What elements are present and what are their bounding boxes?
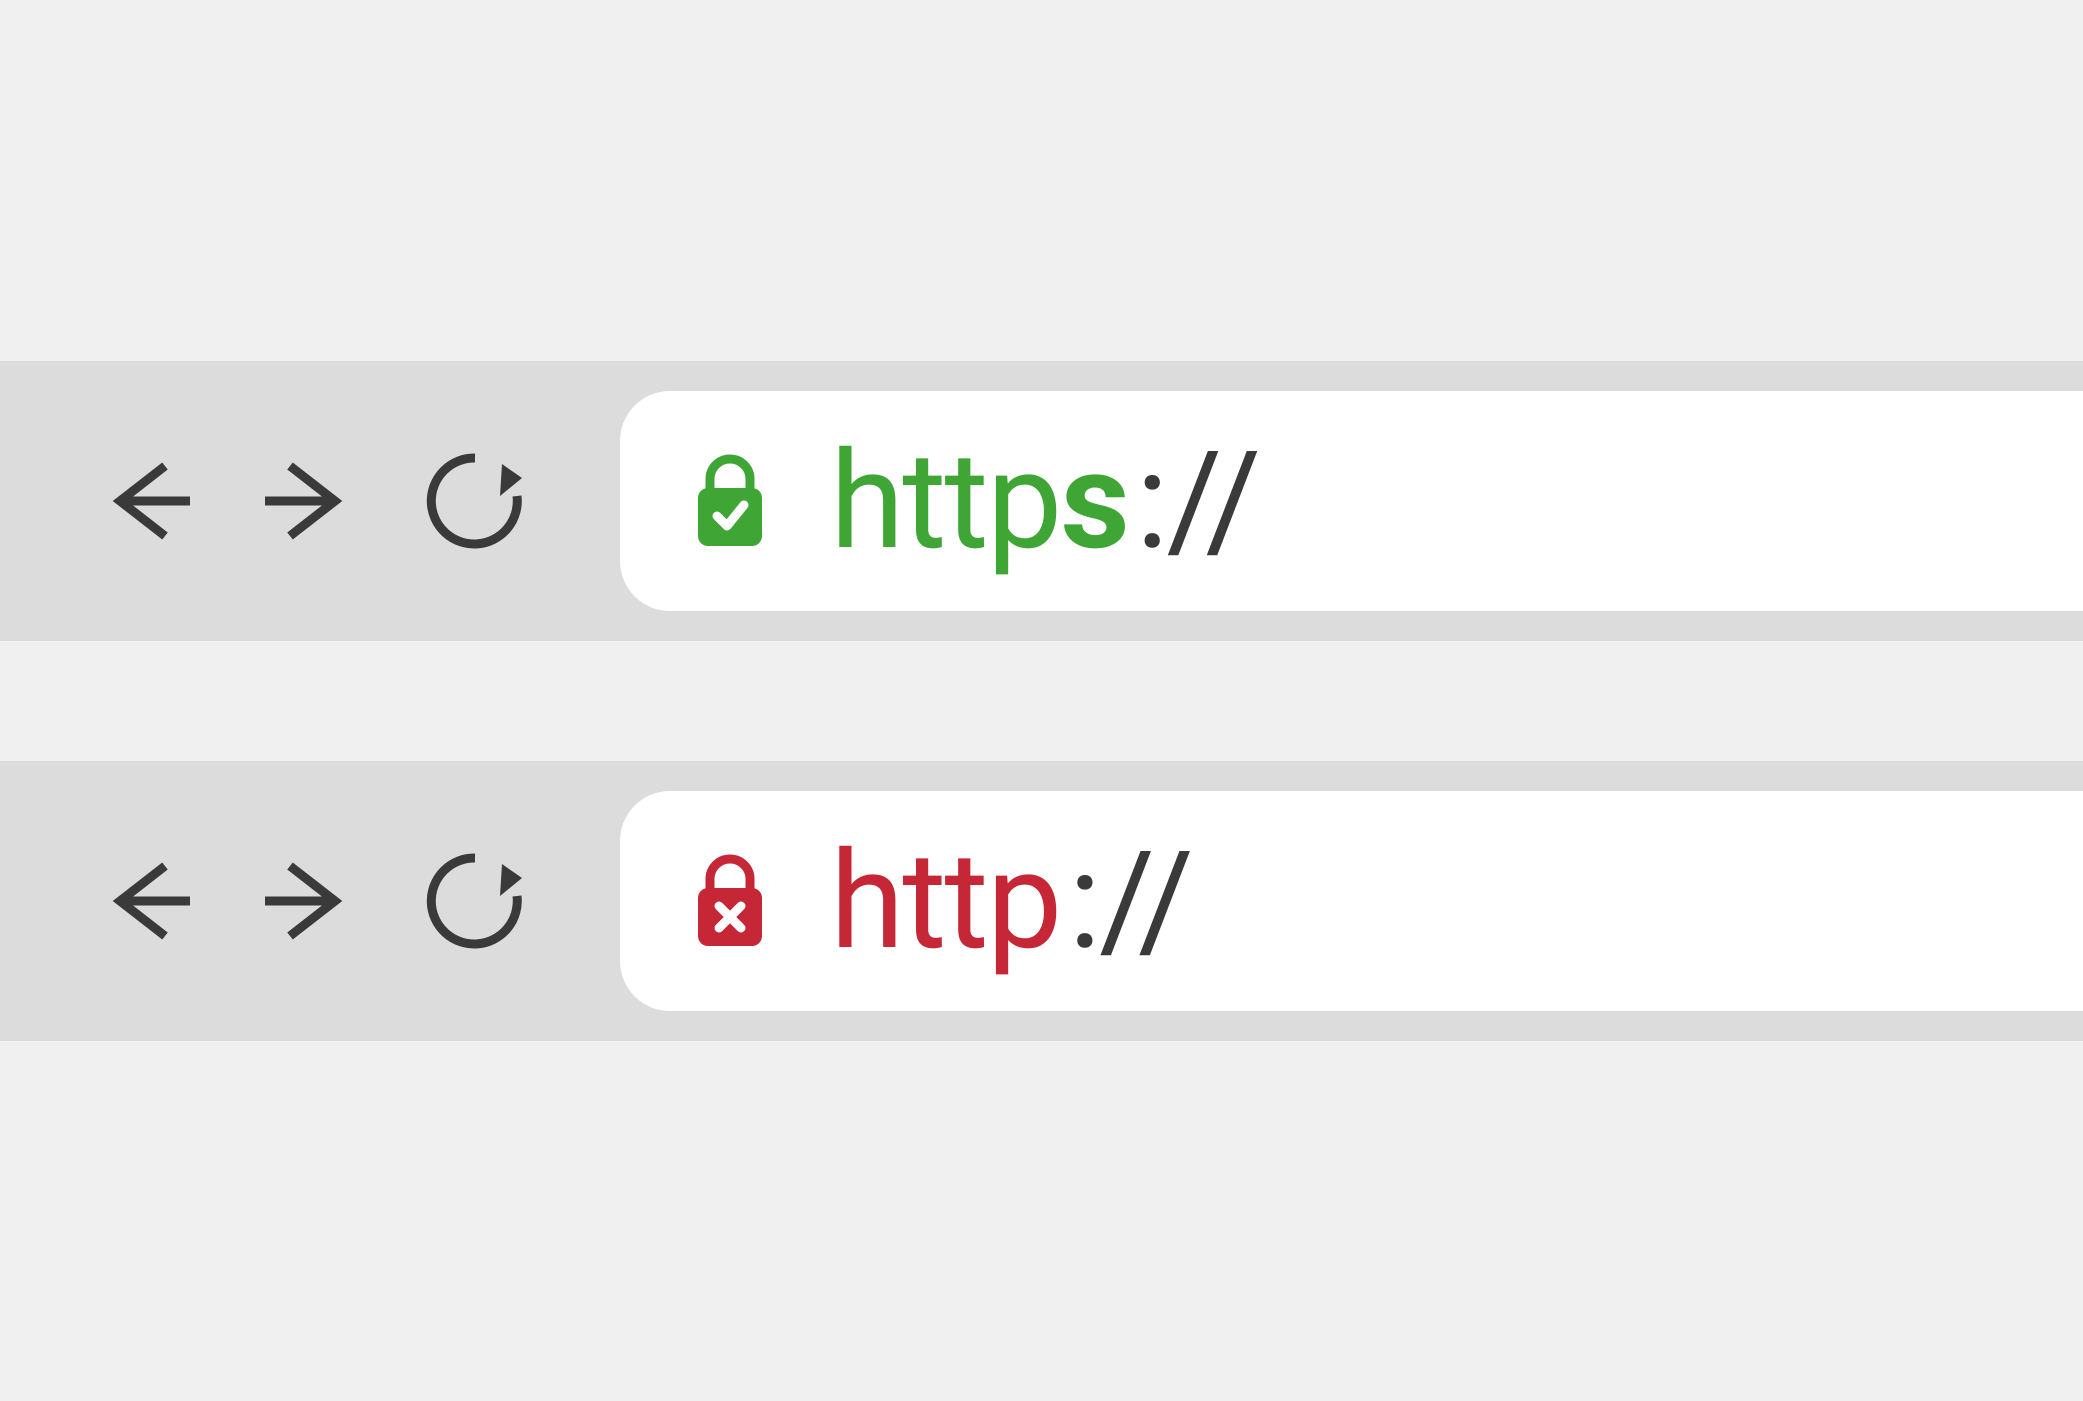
address-bar[interactable]: https:// — [620, 391, 2083, 611]
back-button[interactable] — [90, 846, 200, 956]
forward-button[interactable] — [255, 846, 365, 956]
reload-icon — [420, 846, 530, 956]
browser-toolbar-secure: https:// — [0, 361, 2083, 641]
back-arrow-icon — [90, 446, 200, 556]
nav-controls — [90, 446, 530, 556]
url-separator: :// — [1069, 822, 1192, 980]
protocol-text: http — [830, 822, 1061, 980]
address-bar[interactable]: http:// — [620, 791, 2083, 1011]
back-arrow-icon — [90, 846, 200, 956]
protocol-text: https — [830, 422, 1128, 580]
browser-toolbar-insecure: http:// — [0, 761, 2083, 1041]
reload-button[interactable] — [420, 446, 530, 556]
secure-lock-icon — [690, 453, 770, 548]
reload-icon — [420, 446, 530, 556]
forward-button[interactable] — [255, 446, 365, 556]
url-separator: :// — [1136, 422, 1259, 580]
forward-arrow-icon — [255, 846, 365, 956]
url-display: https:// — [830, 422, 1259, 580]
insecure-lock-icon — [690, 853, 770, 948]
nav-controls — [90, 846, 530, 956]
url-display: http:// — [830, 822, 1192, 980]
forward-arrow-icon — [255, 446, 365, 556]
back-button[interactable] — [90, 446, 200, 556]
reload-button[interactable] — [420, 846, 530, 956]
